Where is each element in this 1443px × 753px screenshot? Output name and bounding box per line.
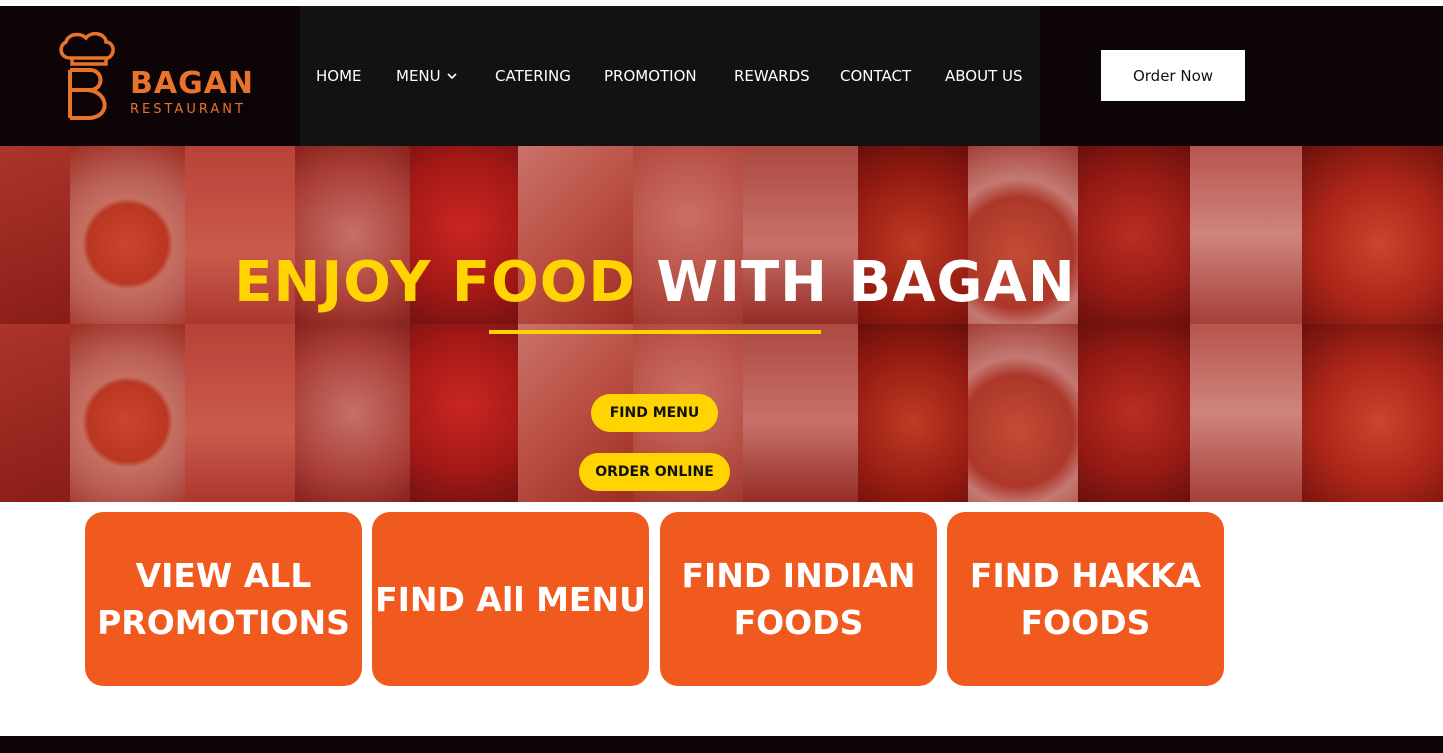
card-label-line2: FOODS xyxy=(733,603,864,642)
nav-item-catering[interactable]: CATERING xyxy=(495,67,571,85)
view-all-promotions-card[interactable]: VIEW ALL PROMOTIONS xyxy=(85,512,362,686)
nav-item-rewards[interactable]: REWARDS xyxy=(734,67,810,85)
card-label-line1: FIND INDIAN xyxy=(681,556,916,595)
nav-item-home[interactable]: HOME xyxy=(316,67,362,85)
hero-underline xyxy=(489,330,821,334)
card-label-line2: PROMOTIONS xyxy=(97,603,350,642)
chevron-down-icon xyxy=(447,73,457,80)
nav-item-menu-label: MENU xyxy=(396,67,441,85)
chef-hat-logo-icon xyxy=(59,32,115,120)
nav-item-promotion[interactable]: PROMOTION xyxy=(604,67,697,85)
brand-name: BAGAN xyxy=(130,66,255,101)
brand-logo[interactable]: BAGAN RESTAURANT xyxy=(56,32,266,124)
card-label-line1: VIEW ALL xyxy=(135,556,312,595)
nav-item-contact[interactable]: CONTACT xyxy=(840,67,911,85)
find-indian-foods-card[interactable]: FIND INDIAN FOODS xyxy=(660,512,937,686)
order-now-button[interactable]: Order Now xyxy=(1101,50,1245,101)
find-menu-button[interactable]: FIND MENU xyxy=(591,394,718,432)
hero-title-rest: WITH BAGAN xyxy=(656,250,1076,315)
nav-item-menu[interactable]: MENU xyxy=(396,67,457,85)
card-label-line1: FIND All MENU xyxy=(375,579,646,619)
footer-bar xyxy=(0,736,1443,753)
order-online-button[interactable]: ORDER ONLINE xyxy=(579,453,730,491)
site-header: BAGAN RESTAURANT HOME MENU CATERING PROM… xyxy=(0,6,1443,146)
card-label: FIND INDIAN FOODS xyxy=(681,552,915,646)
card-label: FIND HAKKA FOODS xyxy=(970,552,1201,646)
card-label-line2: FOODS xyxy=(1020,603,1151,642)
find-hakka-foods-card[interactable]: FIND HAKKA FOODS xyxy=(947,512,1224,686)
card-label: FIND All MENU xyxy=(375,576,646,623)
main-nav: HOME MENU CATERING PROMOTION REWARDS CON… xyxy=(300,6,1040,146)
hero-overlay xyxy=(0,146,1443,502)
card-label: VIEW ALL PROMOTIONS xyxy=(97,552,350,646)
hero-banner: ENJOY FOOD WITH BAGAN FIND MENU ORDER ON… xyxy=(0,146,1443,502)
hero-title: ENJOY FOOD WITH BAGAN xyxy=(0,250,1310,315)
find-all-menu-card[interactable]: FIND All MENU xyxy=(372,512,649,686)
brand-subtitle: RESTAURANT xyxy=(130,102,246,117)
card-label-line1: FIND HAKKA xyxy=(969,556,1202,595)
nav-item-about-us[interactable]: ABOUT US xyxy=(945,67,1023,85)
hero-title-highlight: ENJOY FOOD xyxy=(234,250,636,315)
